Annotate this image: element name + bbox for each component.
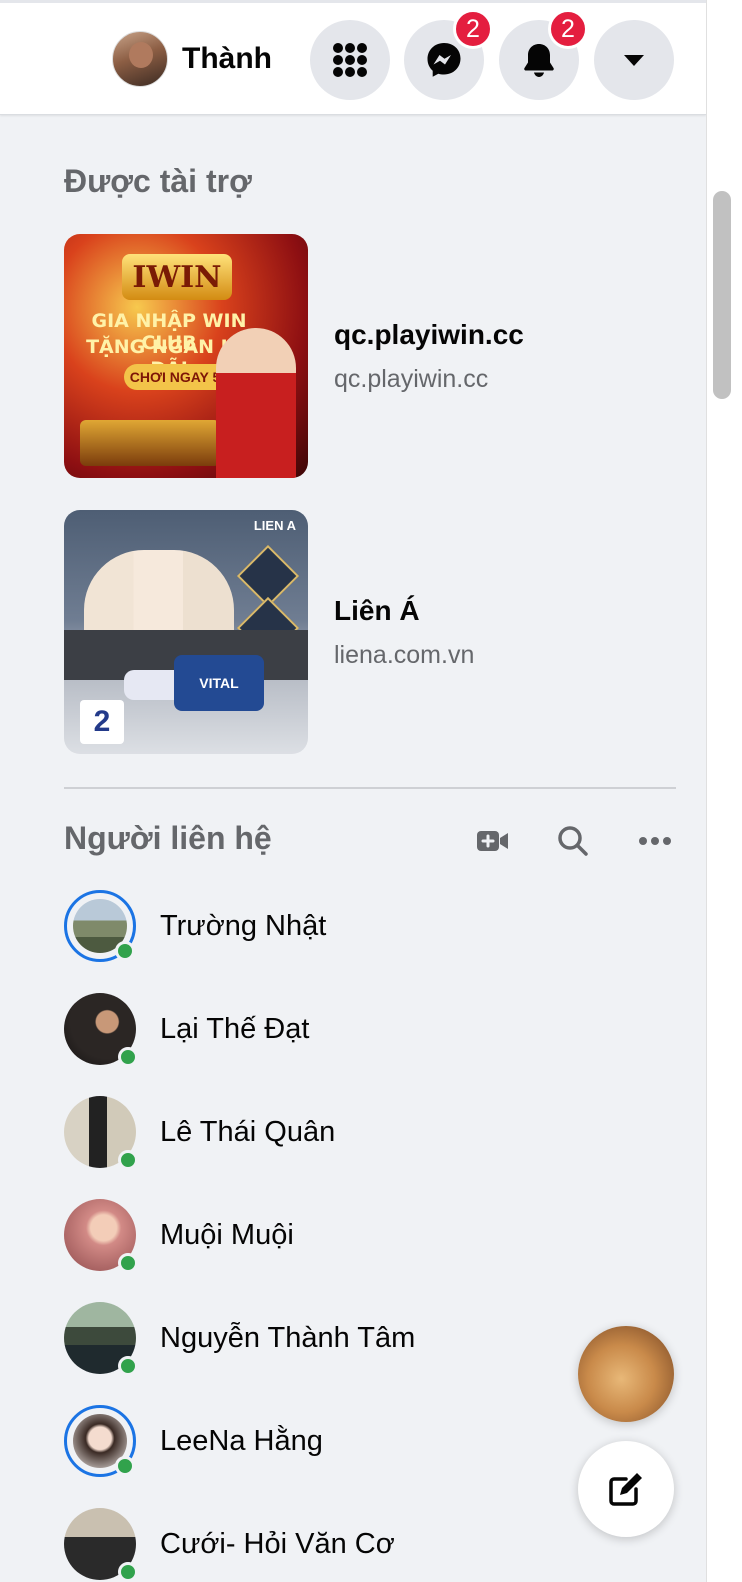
contact-avatar[interactable] — [64, 1508, 138, 1582]
contact-name[interactable]: Lại Thế Đạt — [160, 1013, 309, 1046]
grid-menu-icon — [333, 43, 367, 77]
contact-name[interactable]: Nguyễn Thành Tâm — [160, 1322, 415, 1355]
online-indicator — [118, 1356, 138, 1376]
messenger-icon — [427, 43, 461, 77]
online-indicator — [115, 941, 135, 961]
ad-family-photo — [84, 550, 234, 640]
contact-avatar[interactable] — [64, 1199, 138, 1273]
online-indicator — [118, 1047, 138, 1067]
ad-title[interactable]: Liên Á — [334, 595, 474, 627]
profile-name[interactable]: Thành — [182, 42, 272, 76]
contacts-title: Người liên hệ — [64, 820, 272, 856]
contact-item[interactable]: Muội Muội — [64, 1198, 664, 1273]
ad-image-playiwin[interactable]: IWIN GIA NHẬP WIN CLUB TẶNG NGÀN ƯU ĐÃI … — [64, 234, 308, 478]
contact-item[interactable]: Nguyễn Thành Tâm — [64, 1301, 664, 1376]
notifications-button[interactable]: 2 — [499, 9, 588, 100]
sponsored-ad-playiwin[interactable]: IWIN GIA NHẬP WIN CLUB TẶNG NGÀN ƯU ĐÃI … — [64, 234, 676, 478]
ad-game-board — [80, 420, 220, 466]
contact-avatar[interactable] — [64, 890, 136, 962]
top-navigation-bar: Thành 2 2 — [0, 0, 706, 115]
notifications-badge: 2 — [548, 9, 588, 49]
caret-down-icon — [624, 55, 644, 66]
bell-icon — [524, 44, 554, 77]
search-contacts-button[interactable] — [550, 818, 596, 864]
sponsored-ad-liena[interactable]: LIEN A VITAL 2 Liên Á liena.com.vn — [64, 510, 676, 754]
more-options-icon — [639, 837, 671, 845]
contact-item[interactable]: Trường Nhật — [64, 889, 664, 963]
contact-item[interactable]: LeeNa Hằng — [64, 1404, 664, 1478]
profile-avatar[interactable] — [112, 31, 168, 87]
online-indicator — [118, 1562, 138, 1582]
contact-name[interactable]: Lê Thái Quân — [160, 1116, 335, 1149]
contact-item[interactable]: Cưới- Hỏi Văn Cơ — [64, 1507, 664, 1582]
contact-name[interactable]: Muội Muội — [160, 1219, 294, 1252]
ad-model-figure — [216, 328, 296, 478]
video-call-add-icon — [477, 831, 508, 851]
scrollbar-thumb[interactable] — [713, 191, 731, 399]
messenger-badge: 2 — [453, 9, 493, 49]
chat-head-avatar[interactable] — [578, 1326, 674, 1422]
compose-message-icon — [609, 1473, 642, 1506]
compose-message-button[interactable] — [578, 1441, 674, 1537]
ad-title[interactable]: qc.playiwin.cc — [334, 319, 524, 351]
online-indicator — [115, 1456, 135, 1476]
contacts-options-button[interactable] — [632, 818, 678, 864]
online-indicator — [118, 1150, 138, 1170]
contact-avatar[interactable] — [64, 993, 138, 1067]
contact-name[interactable]: Trường Nhật — [160, 910, 326, 943]
online-indicator — [118, 1253, 138, 1273]
ad-product-bag: VITAL — [174, 655, 264, 711]
ad-url: liena.com.vn — [334, 640, 475, 669]
ad-logo-text: IWIN — [122, 254, 232, 300]
top-border — [0, 0, 706, 3]
ad-price-text: 2 — [80, 700, 124, 744]
ad-image-liena[interactable]: LIEN A VITAL 2 — [64, 510, 308, 754]
contact-avatar[interactable] — [64, 1096, 138, 1170]
profile-shortcut[interactable]: Thành — [112, 30, 272, 88]
search-icon — [558, 826, 588, 856]
ad-brand-text: LIEN A — [253, 518, 296, 533]
sponsored-title: Được tài trợ — [64, 163, 252, 199]
messenger-button[interactable]: 2 — [404, 9, 493, 100]
contact-item[interactable]: Lại Thế Đạt — [64, 992, 664, 1067]
contact-name[interactable]: LeeNa Hằng — [160, 1425, 323, 1458]
contact-avatar[interactable] — [64, 1405, 136, 1477]
contact-item[interactable]: Lê Thái Quân — [64, 1095, 664, 1170]
account-menu-button[interactable] — [594, 20, 674, 100]
ad-url: qc.playiwin.cc — [334, 364, 489, 393]
contact-avatar[interactable] — [64, 1302, 138, 1376]
new-room-button[interactable] — [470, 818, 516, 864]
section-divider — [64, 787, 676, 789]
contact-name[interactable]: Cưới- Hỏi Văn Cơ — [160, 1528, 395, 1561]
menu-button[interactable] — [310, 20, 390, 100]
